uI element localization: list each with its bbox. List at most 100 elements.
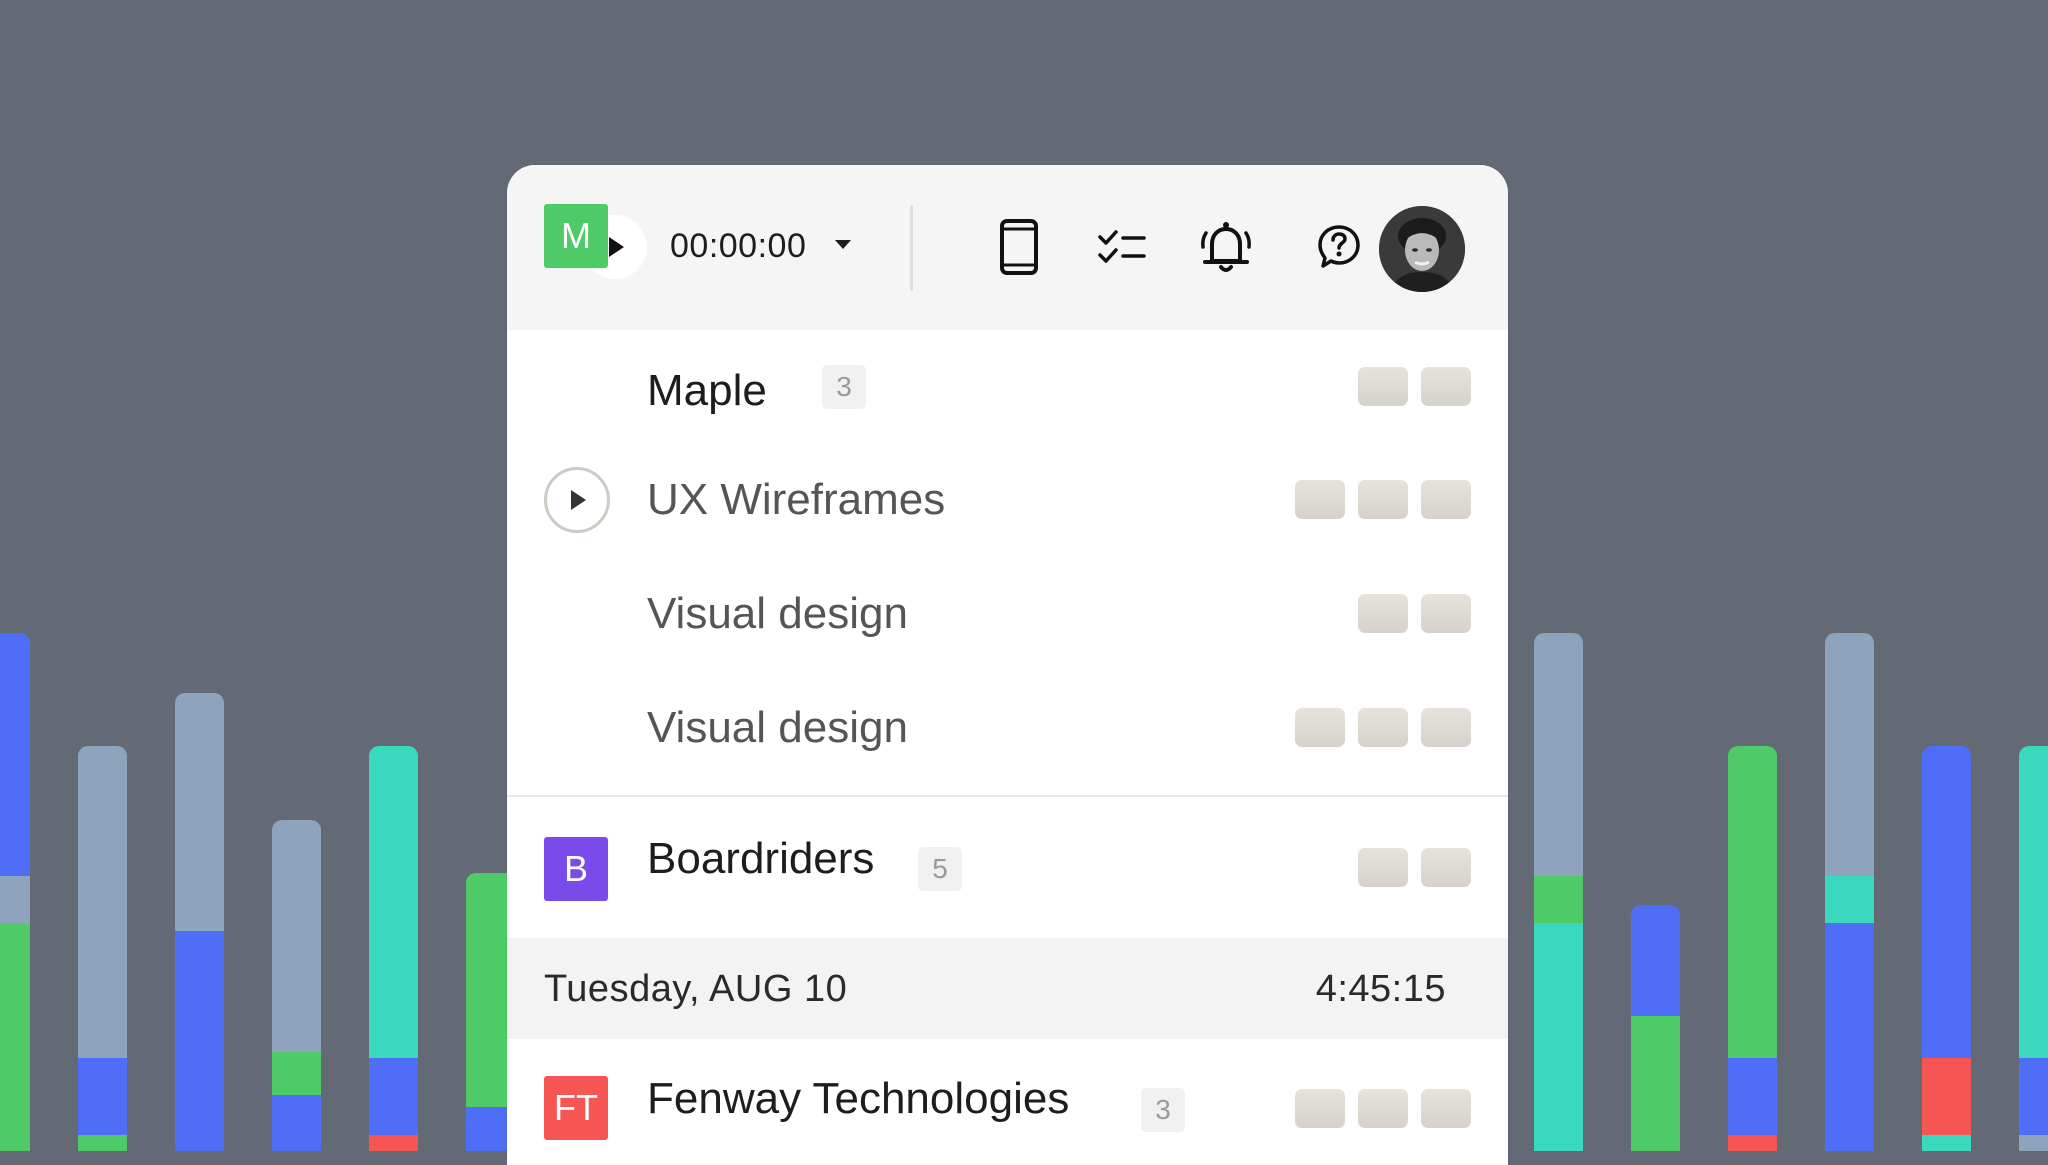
time-chip (1421, 367, 1471, 406)
decor-bar (175, 693, 224, 1151)
notifications-button[interactable] (1194, 215, 1258, 279)
day-header: Tuesday, AUG 10 4:45:15 (507, 938, 1508, 1039)
mobile-device-icon (1000, 219, 1038, 275)
decor-bar-segment (369, 1057, 418, 1135)
decor-bar-segment (272, 820, 321, 1052)
decor-bar-segment (2019, 1057, 2048, 1135)
client-project-count: 3 (1141, 1088, 1185, 1132)
bell-icon (1201, 222, 1251, 272)
decor-bar-segment (369, 1134, 418, 1151)
decor-bar (1534, 633, 1583, 1151)
decor-bar-segment (78, 1057, 127, 1135)
client-name: Maple (647, 366, 767, 415)
client-badge: B (544, 837, 608, 901)
project-name: Visual design (647, 703, 908, 752)
client-name: Fenway Technologies (647, 1074, 1070, 1123)
caret-down-icon[interactable] (833, 237, 853, 251)
decor-bar-segment (2019, 1134, 2048, 1151)
time-chip (1358, 848, 1408, 887)
time-chip (1295, 1089, 1345, 1128)
decor-bar (369, 746, 418, 1151)
decor-bar-segment (175, 931, 224, 1151)
decor-bar-segment (272, 1051, 321, 1095)
decor-bar-segment (1825, 923, 1874, 1151)
decor-bar-segment (2019, 746, 2048, 1058)
time-chip (1421, 708, 1471, 747)
avatar-portrait (1379, 206, 1465, 292)
decor-bar-segment (1631, 1015, 1680, 1151)
user-avatar[interactable] (1379, 206, 1465, 292)
decor-bar-segment (1728, 746, 1777, 1058)
decor-bar-segment (1728, 1057, 1777, 1135)
time-chips (1295, 1089, 1471, 1128)
decor-bar-segment (369, 746, 418, 1058)
mobile-app-button[interactable] (987, 215, 1051, 279)
toolbar: 00:00:00 (507, 165, 1508, 330)
decor-bar-segment (0, 633, 30, 877)
client-badge: M (544, 204, 608, 268)
decor-bar (1922, 746, 1971, 1151)
toolbar-divider (910, 205, 913, 291)
time-chip (1358, 594, 1408, 633)
client-project-count: 3 (822, 365, 866, 409)
decor-bar (2019, 746, 2048, 1151)
checklist-icon (1098, 230, 1146, 263)
decor-bar-segment (1922, 746, 1971, 1058)
project-play-button[interactable] (544, 467, 610, 533)
time-chip (1358, 367, 1408, 406)
project-row-visual-design[interactable]: Visual design (507, 672, 1508, 786)
day-total: 4:45:15 (1315, 968, 1446, 1010)
time-chip (1421, 480, 1471, 519)
decor-bar-segment (272, 1094, 321, 1151)
time-chips (1295, 708, 1471, 747)
decor-bar-segment (0, 876, 30, 924)
decor-bar-segment (1728, 1134, 1777, 1151)
time-chip (1421, 594, 1471, 633)
timer-display[interactable]: 00:00:00 (670, 227, 806, 266)
decor-bar-segment (1534, 876, 1583, 924)
decor-bar-segment (1922, 1057, 1971, 1135)
decor-bar (0, 633, 30, 1151)
time-chip (1358, 480, 1408, 519)
decor-bar (1728, 746, 1777, 1151)
time-chip (1358, 1089, 1408, 1128)
decor-bar (78, 746, 127, 1151)
decor-bar (272, 820, 321, 1151)
time-chip (1295, 708, 1345, 747)
decor-bar-segment (1825, 876, 1874, 924)
decor-bar (1825, 633, 1874, 1151)
time-chip (1421, 1089, 1471, 1128)
time-chips (1358, 848, 1471, 887)
time-tracker-panel: 00:00:00 M Maple 3 UX Wireframes Visual … (507, 165, 1508, 1165)
day-label: Tuesday, AUG 10 (544, 968, 848, 1010)
decor-bar-segment (78, 1134, 127, 1151)
project-name: Visual design (647, 589, 908, 638)
decor-bar-segment (1922, 1134, 1971, 1151)
decor-bar-segment (175, 693, 224, 932)
client-project-count: 5 (918, 847, 962, 891)
decor-bar (1631, 905, 1680, 1151)
client-name: Boardriders (647, 834, 875, 883)
decor-bar-segment (0, 923, 30, 1151)
client-row-boardriders[interactable]: B Boardriders 5 (507, 797, 1508, 938)
client-badge: FT (544, 1076, 608, 1140)
help-question-icon (1318, 225, 1360, 268)
decor-bar-segment (1534, 633, 1583, 877)
client-row-fenway-technologies[interactable]: FT Fenway Technologies 3 (507, 1039, 1508, 1165)
client-row-maple[interactable]: M Maple 3 (507, 204, 1508, 444)
tasks-button[interactable] (1090, 215, 1154, 279)
decor-bar-segment (78, 746, 127, 1058)
decor-bar-segment (1825, 633, 1874, 877)
project-row-ux-wireframes[interactable]: UX Wireframes (507, 444, 1508, 558)
time-chips (1295, 480, 1471, 519)
time-chip (1421, 848, 1471, 887)
decor-bar-segment (1631, 905, 1680, 1016)
project-row-visual-design[interactable]: Visual design (507, 558, 1508, 672)
decor-bar-segment (1534, 923, 1583, 1151)
time-chips (1358, 594, 1471, 633)
help-button[interactable] (1307, 215, 1371, 279)
project-name: UX Wireframes (647, 475, 946, 524)
time-chip (1295, 480, 1345, 519)
time-chip (1358, 708, 1408, 747)
time-chips (1358, 367, 1471, 406)
